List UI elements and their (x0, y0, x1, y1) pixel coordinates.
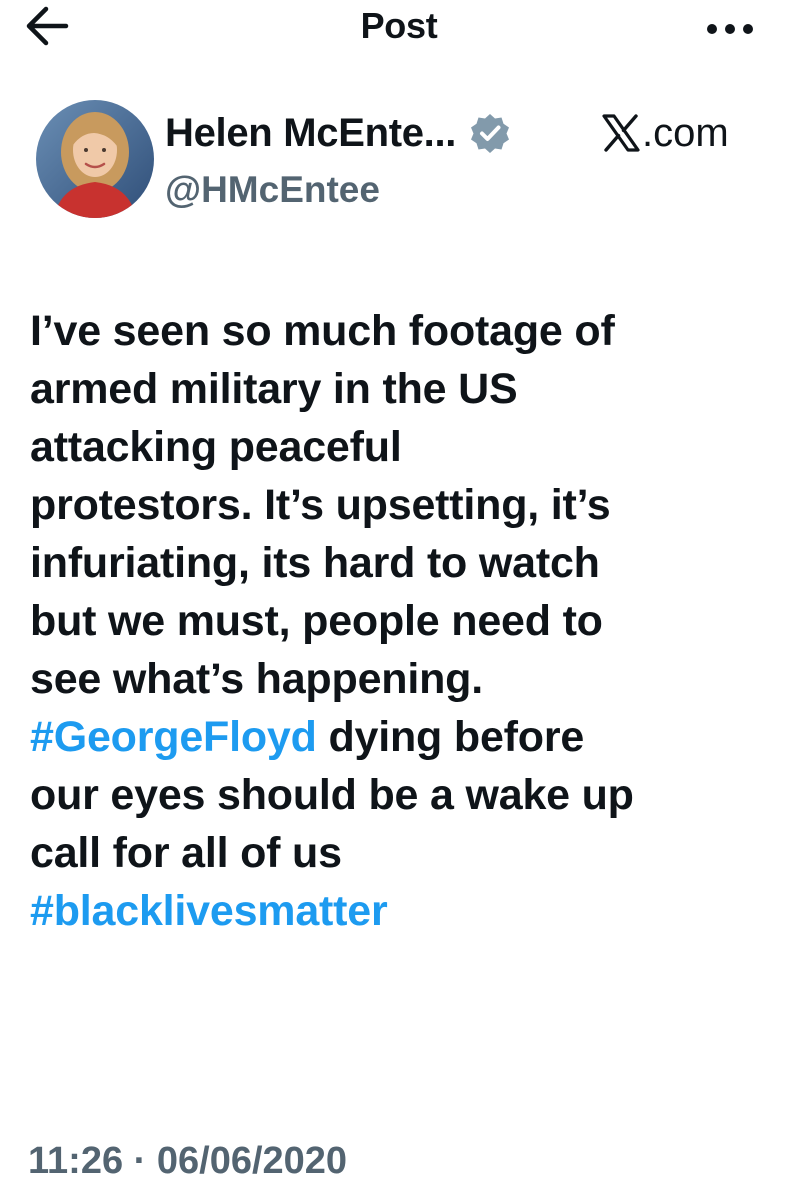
post-line: call for all of us (30, 829, 342, 877)
post-line: attacking peaceful (30, 423, 402, 471)
post-line: but we must, people need to (30, 597, 603, 645)
verified-badge-icon (469, 112, 511, 154)
author-handle[interactable]: @HMcEntee (165, 165, 380, 215)
source-site: .com (600, 108, 729, 158)
post-text: I’ve seen so much footage of armed milit… (30, 302, 780, 940)
post-line: #blacklivesmatter (30, 882, 780, 940)
page-title: Post (360, 5, 438, 46)
avatar[interactable] (36, 100, 154, 218)
hashtag-link[interactable]: #blacklivesmatter (30, 887, 388, 935)
post-line: I’ve seen so much footage of (30, 307, 615, 355)
more-horizontal-icon (700, 24, 760, 46)
post-line: armed military in the US (30, 365, 518, 413)
post-line: our eyes should be a wake up (30, 771, 634, 819)
hashtag-link[interactable]: #GeorgeFloyd (30, 713, 317, 761)
author-display-name[interactable]: Helen McEnte... (165, 108, 456, 158)
post-timestamp[interactable]: 11:26 · 06/06/2020 (28, 1136, 347, 1186)
post-line: see what’s happening. (30, 655, 483, 703)
post-line: #GeorgeFloyd dying before (30, 708, 780, 766)
x-logo-icon (600, 113, 642, 153)
post-line: protestors. It’s upsetting, it’s (30, 481, 611, 529)
more-options-button[interactable] (700, 14, 760, 42)
top-bar: Post (0, 0, 798, 60)
post-line: infuriating, its hard to watch (30, 539, 600, 587)
post-line-text: dying before (316, 713, 585, 761)
author-name-row: Helen McEnte... (165, 108, 511, 158)
source-site-text: .com (642, 111, 729, 155)
